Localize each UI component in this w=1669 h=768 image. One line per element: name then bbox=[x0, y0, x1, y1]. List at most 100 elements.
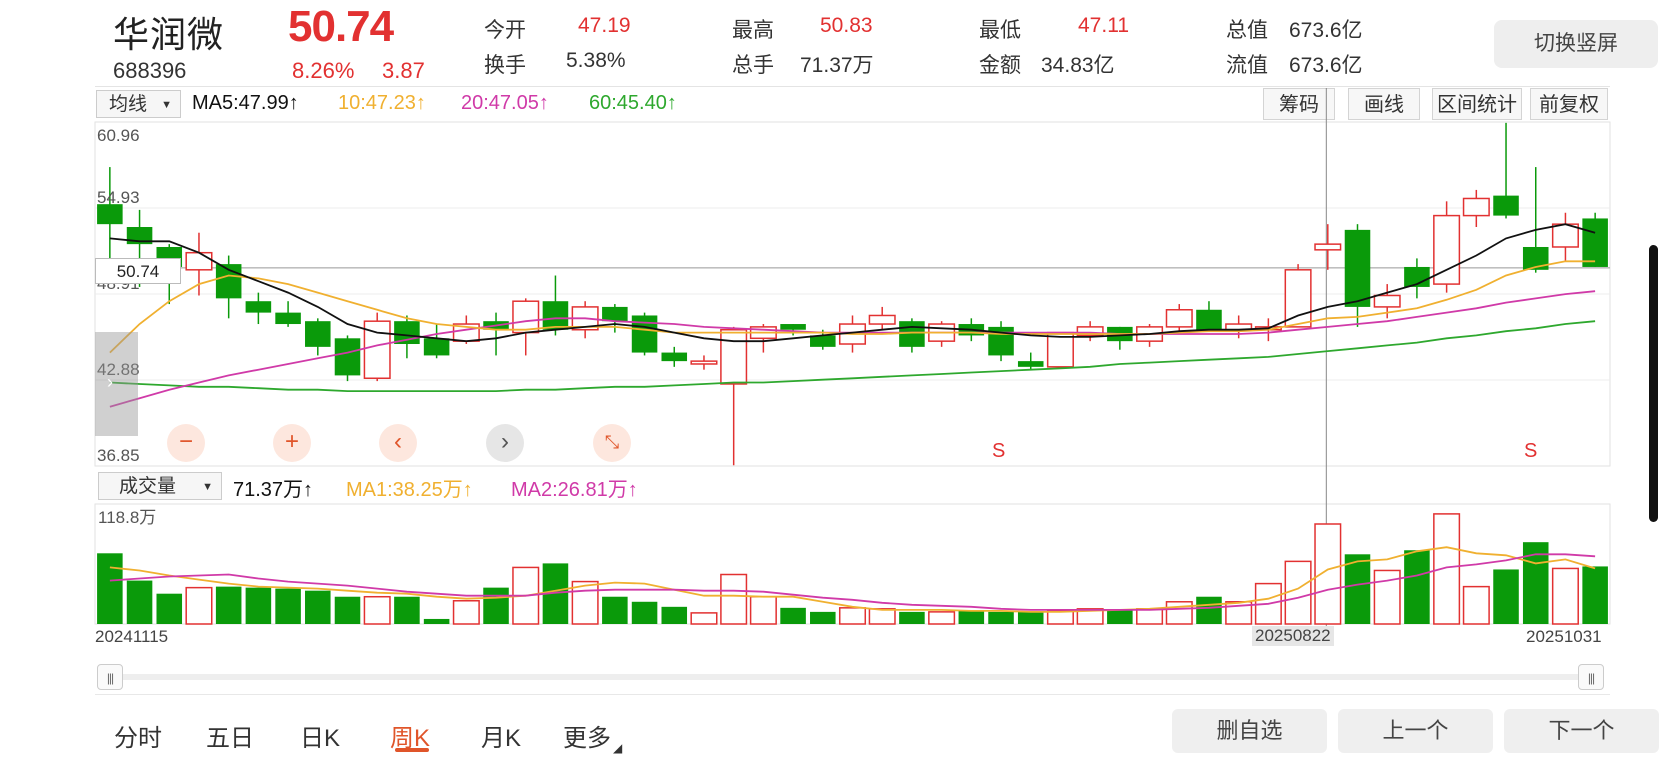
tab-monthly-k[interactable]: 月K bbox=[481, 718, 521, 753]
scrollbar[interactable] bbox=[1649, 245, 1658, 522]
axis-price-top: 60.96 bbox=[97, 126, 140, 145]
active-tab-indicator bbox=[395, 748, 429, 752]
volume-bar-down bbox=[275, 588, 301, 624]
candle-body-down bbox=[1582, 218, 1608, 267]
candle-body-down bbox=[245, 301, 272, 313]
volume-bar-down bbox=[661, 606, 688, 624]
chevron-down-icon: ◢ bbox=[613, 741, 623, 755]
volume-bar-down bbox=[1404, 550, 1430, 624]
range-slider-track[interactable] bbox=[110, 674, 1590, 680]
remove-favorite-button[interactable]: 删自选 bbox=[1172, 709, 1327, 753]
candle-body-up bbox=[1165, 309, 1193, 328]
chevron-right-icon: › bbox=[501, 428, 509, 455]
volume-bar-down bbox=[156, 593, 183, 624]
volume-bar-up bbox=[1046, 610, 1074, 625]
axis-volume-top: 118.8万 bbox=[98, 508, 157, 527]
volume-bar-up bbox=[690, 612, 718, 625]
chevron-left-icon: ‹ bbox=[394, 428, 402, 455]
zoom-in-button[interactable]: + bbox=[273, 424, 311, 462]
volume-bar-down bbox=[97, 553, 123, 624]
tab-more[interactable]: 更多 ◢ bbox=[563, 718, 623, 755]
indicator-label: 成交量 bbox=[119, 476, 177, 497]
volume-bar-down bbox=[334, 596, 361, 624]
volume-bar-down bbox=[394, 596, 420, 624]
chevron-down-icon: ▼ bbox=[202, 481, 213, 493]
candle-body-down bbox=[1493, 195, 1519, 216]
volume-bar-up bbox=[1165, 601, 1193, 625]
volume-bar-down bbox=[126, 580, 153, 624]
kline-chart[interactable] bbox=[0, 0, 1669, 768]
candle-body-down bbox=[334, 338, 361, 376]
volume-bar-down bbox=[423, 618, 450, 624]
cursor-price-tag: 50.74 bbox=[95, 258, 181, 284]
date-start: 20241115 bbox=[95, 627, 169, 646]
candle-body-down bbox=[1196, 309, 1222, 330]
tab-five-day[interactable]: 五日 bbox=[206, 718, 254, 753]
candle-body-up bbox=[1284, 269, 1312, 328]
candle-body-down bbox=[780, 324, 806, 330]
volume-legend: 71.37万↑ bbox=[233, 479, 314, 501]
volume-bar-up bbox=[720, 573, 748, 625]
pan-right-button[interactable]: › bbox=[486, 424, 524, 462]
sell-signal: S bbox=[1524, 440, 1538, 462]
volume-bar-up bbox=[1551, 567, 1579, 625]
volume-bar-up bbox=[868, 608, 896, 625]
candle-body-down bbox=[542, 301, 569, 330]
tab-intraday[interactable]: 分时 bbox=[114, 718, 162, 753]
axis-price-bottom: 36.85 bbox=[97, 446, 140, 465]
minus-icon: − bbox=[178, 428, 193, 455]
candle-body-up bbox=[720, 328, 748, 385]
volume-bar-down bbox=[1017, 611, 1044, 624]
volume-bar-up bbox=[1314, 523, 1342, 625]
vol-ma2-legend: MA2:26.81万↑ bbox=[511, 479, 638, 501]
candle-body-down bbox=[602, 306, 628, 322]
candle-body-down bbox=[899, 321, 925, 347]
candle-body-up bbox=[868, 314, 896, 325]
candle-body-up bbox=[1373, 294, 1401, 308]
candle-body-down bbox=[1344, 229, 1371, 307]
pan-left-button[interactable]: ‹ bbox=[379, 424, 417, 462]
sell-signal: S bbox=[992, 440, 1006, 462]
volume-bar-down bbox=[1107, 609, 1133, 624]
candle-body-down bbox=[661, 352, 688, 362]
next-stock-button[interactable]: 下一个 bbox=[1504, 709, 1659, 753]
volume-bar-down bbox=[780, 607, 806, 624]
candle-body-down bbox=[275, 312, 301, 325]
vol-ma1-legend: MA1:38.25万↑ bbox=[346, 479, 473, 501]
date-cursor: 20250822 bbox=[1252, 626, 1334, 646]
volume-bar-down bbox=[215, 586, 242, 624]
zoom-out-button[interactable]: − bbox=[167, 424, 205, 462]
range-slider-left-handle[interactable]: ||| bbox=[97, 664, 123, 690]
volume-bar-down bbox=[899, 611, 925, 624]
reset-zoom-button[interactable]: ⤡ bbox=[593, 424, 631, 462]
volume-bar-down bbox=[1493, 569, 1519, 624]
tab-more-label: 更多 bbox=[563, 725, 611, 752]
volume-bar-down bbox=[483, 587, 509, 624]
indicator-select[interactable]: 成交量 ▼ bbox=[98, 472, 222, 500]
candle-body-down bbox=[423, 338, 450, 356]
tab-daily-k[interactable]: 日K bbox=[300, 718, 340, 753]
candle-body-up bbox=[185, 251, 213, 271]
volume-bar-up bbox=[363, 595, 391, 625]
volume-bar-up bbox=[185, 586, 213, 625]
volume-bar-down bbox=[245, 587, 272, 624]
volume-bar-up bbox=[1284, 560, 1312, 625]
range-slider-right-handle[interactable]: ||| bbox=[1578, 664, 1604, 690]
plus-icon: + bbox=[284, 428, 299, 455]
candle-body-up bbox=[1314, 243, 1342, 251]
previous-stock-button[interactable]: 上一个 bbox=[1338, 709, 1493, 753]
divider bbox=[95, 694, 1610, 695]
volume-ma2-line bbox=[109, 553, 1596, 611]
volume-ma1-line bbox=[109, 546, 1596, 613]
volume-bar-up bbox=[749, 595, 777, 625]
volume-bar-down bbox=[305, 590, 331, 624]
volume-bar-down bbox=[988, 611, 1014, 624]
axis-price-upper: 54.93 bbox=[97, 188, 140, 207]
volume-bar-down bbox=[1196, 596, 1222, 624]
volume-bar-up bbox=[1136, 608, 1164, 625]
candle-body-up bbox=[690, 360, 718, 365]
pan-left-handle[interactable] bbox=[95, 332, 138, 436]
volume-bar-up bbox=[1462, 585, 1490, 625]
candle-body-up bbox=[1462, 197, 1490, 217]
candle-body-down bbox=[305, 321, 331, 347]
